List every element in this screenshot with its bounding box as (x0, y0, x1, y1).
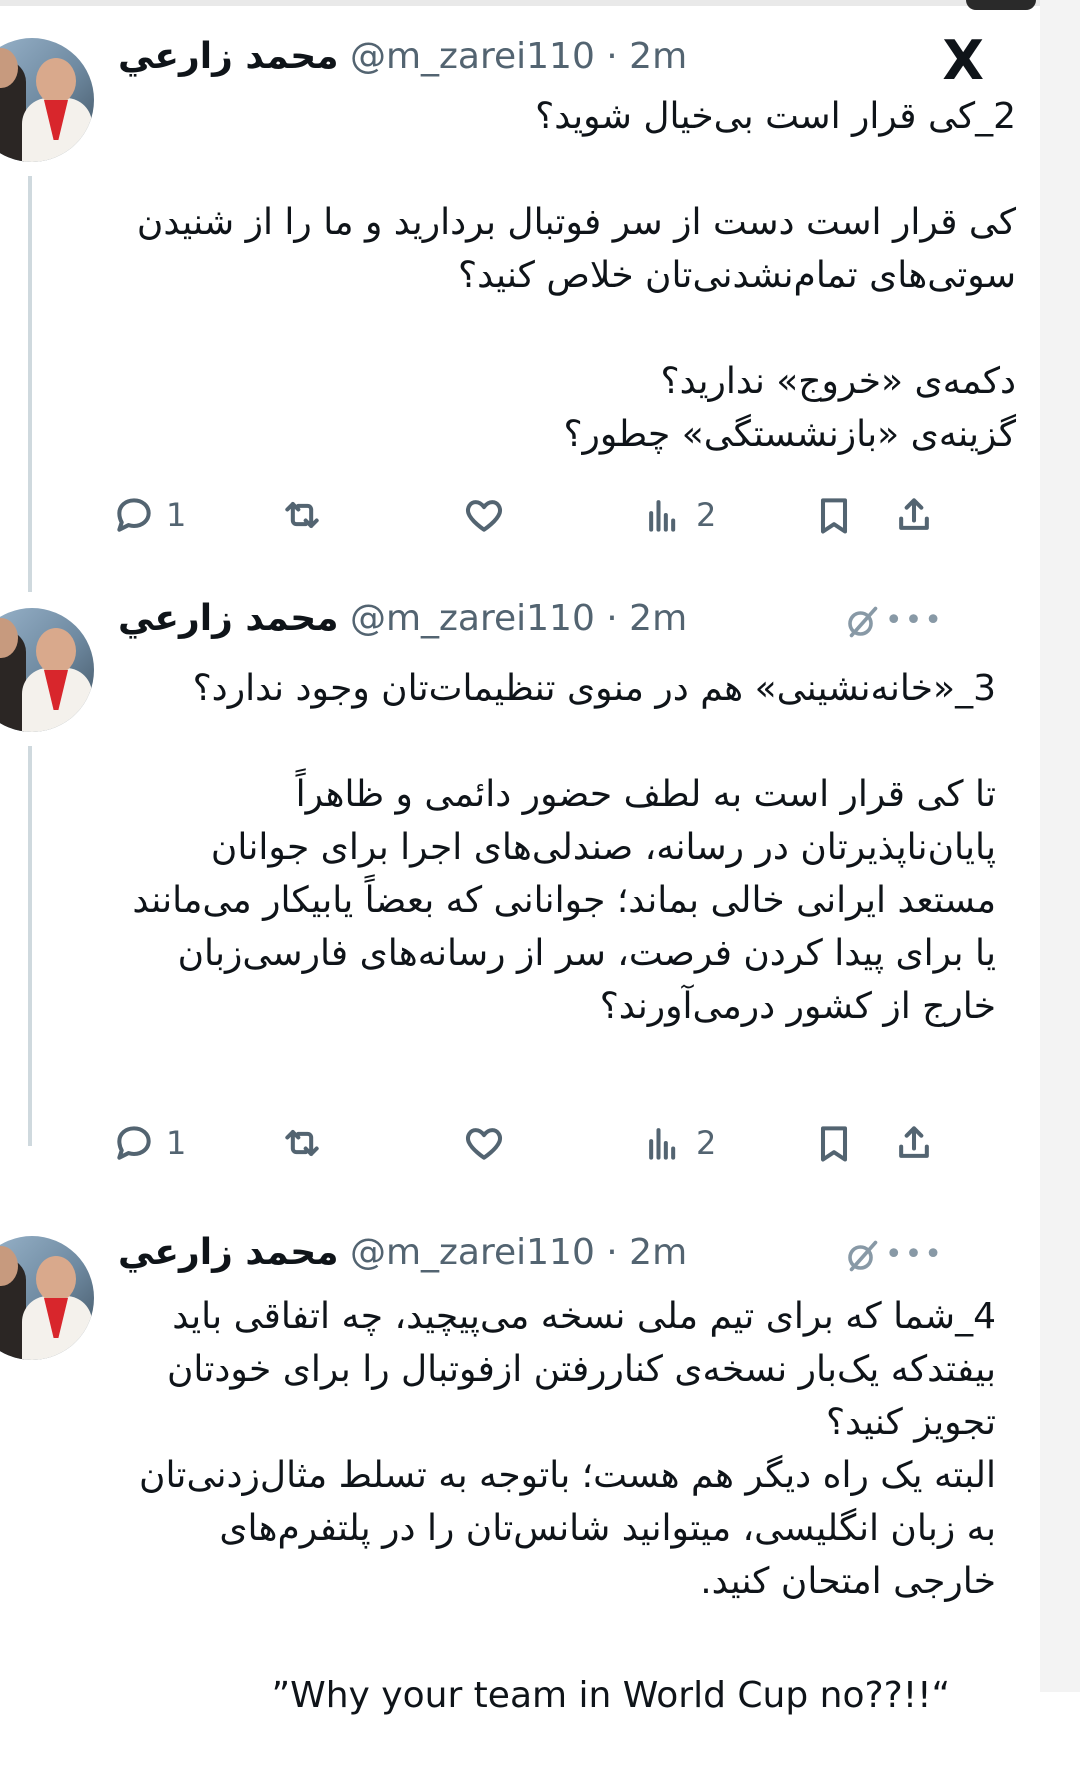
grok-icon[interactable] (844, 1238, 880, 1274)
thread-line (28, 176, 32, 592)
views-button[interactable]: 2 (642, 1118, 716, 1168)
reply-icon (117, 498, 151, 532)
reply-button[interactable]: 1 (112, 1118, 186, 1168)
bookmark-icon (820, 498, 848, 534)
share-icon (899, 498, 929, 530)
handle-and-time[interactable]: @m_zarei110 · 2m (350, 36, 687, 77)
reply-count: 1 (166, 1124, 187, 1162)
english-quote-text: ”Why your team in World Cup no??!!“ (271, 1675, 951, 1716)
views-icon (649, 1128, 676, 1160)
handle-and-time[interactable]: @m_zarei110 · 2m (350, 598, 687, 639)
right-edge (1040, 0, 1080, 1692)
bookmark-button[interactable] (812, 490, 856, 540)
tweet-text: 2_کی قرار است بی‌خیال شوید؟ کی قرار است … (136, 96, 1016, 455)
share-button[interactable] (892, 490, 936, 540)
share-icon (899, 1126, 929, 1158)
views-button[interactable]: 2 (642, 490, 716, 540)
like-button[interactable] (462, 490, 506, 540)
bookmark-icon (820, 1126, 848, 1162)
repost-icon (285, 501, 319, 529)
tweet-1[interactable]: محمد زارعي @m_zarei110 · 2m 2_کی قرار اس… (0, 0, 1040, 592)
display-name[interactable]: محمد زارعي (118, 36, 339, 77)
repost-button[interactable] (280, 490, 324, 540)
views-icon (649, 500, 676, 532)
handle-and-time[interactable]: @m_zarei110 · 2m (350, 1232, 687, 1273)
repost-icon (285, 1129, 319, 1157)
repost-button[interactable] (280, 1118, 324, 1168)
avatar[interactable] (0, 608, 94, 732)
tweet-header: محمد زارعي @m_zarei110 · 2m (118, 30, 687, 84)
heart-icon (466, 1128, 502, 1160)
tweet-text: 4_شما که برای تیم ملی نسخه می‌پیچید، چه … (139, 1296, 996, 1602)
more-icon[interactable]: ••• (885, 1240, 944, 1270)
thread-line (28, 746, 32, 1146)
tweet-header: محمد زارعي @m_zarei110 · 2m (118, 592, 687, 646)
like-button[interactable] (462, 1118, 506, 1168)
tweet-actions: 1 2 (112, 490, 1012, 540)
tweet-header: محمد زارعي @m_zarei110 · 2m (118, 1226, 687, 1280)
tweet-2[interactable]: محمد زارعي @m_zarei110 · 2m ••• 3_«خانه‌… (0, 592, 1040, 1162)
heart-icon (466, 500, 502, 532)
tweet-actions: 1 2 (112, 1118, 1012, 1168)
more-icon[interactable]: ••• (885, 606, 944, 636)
english-quote: ”Why your team in World Cup no??!!“ (120, 1616, 996, 1775)
reply-button[interactable]: 1 (112, 490, 186, 540)
bookmark-button[interactable] (812, 1118, 856, 1168)
display-name[interactable]: محمد زارعي (118, 598, 339, 639)
grok-icon[interactable] (844, 604, 880, 640)
views-count: 2 (696, 1124, 717, 1162)
avatar[interactable] (0, 38, 94, 162)
share-button[interactable] (892, 1118, 936, 1168)
views-count: 2 (696, 496, 717, 534)
display-name[interactable]: محمد زارعي (118, 1232, 339, 1273)
reply-count: 1 (166, 496, 187, 534)
avatar[interactable] (0, 1236, 94, 1360)
reply-icon (117, 1126, 151, 1160)
tweet-3[interactable]: محمد زارعي @m_zarei110 · 2m ••• 4_شما که… (0, 1220, 1040, 1716)
tweet-text: 3_«خانه‌نشینی» هم در منوی تنظیمات‌تان وج… (132, 668, 996, 1027)
